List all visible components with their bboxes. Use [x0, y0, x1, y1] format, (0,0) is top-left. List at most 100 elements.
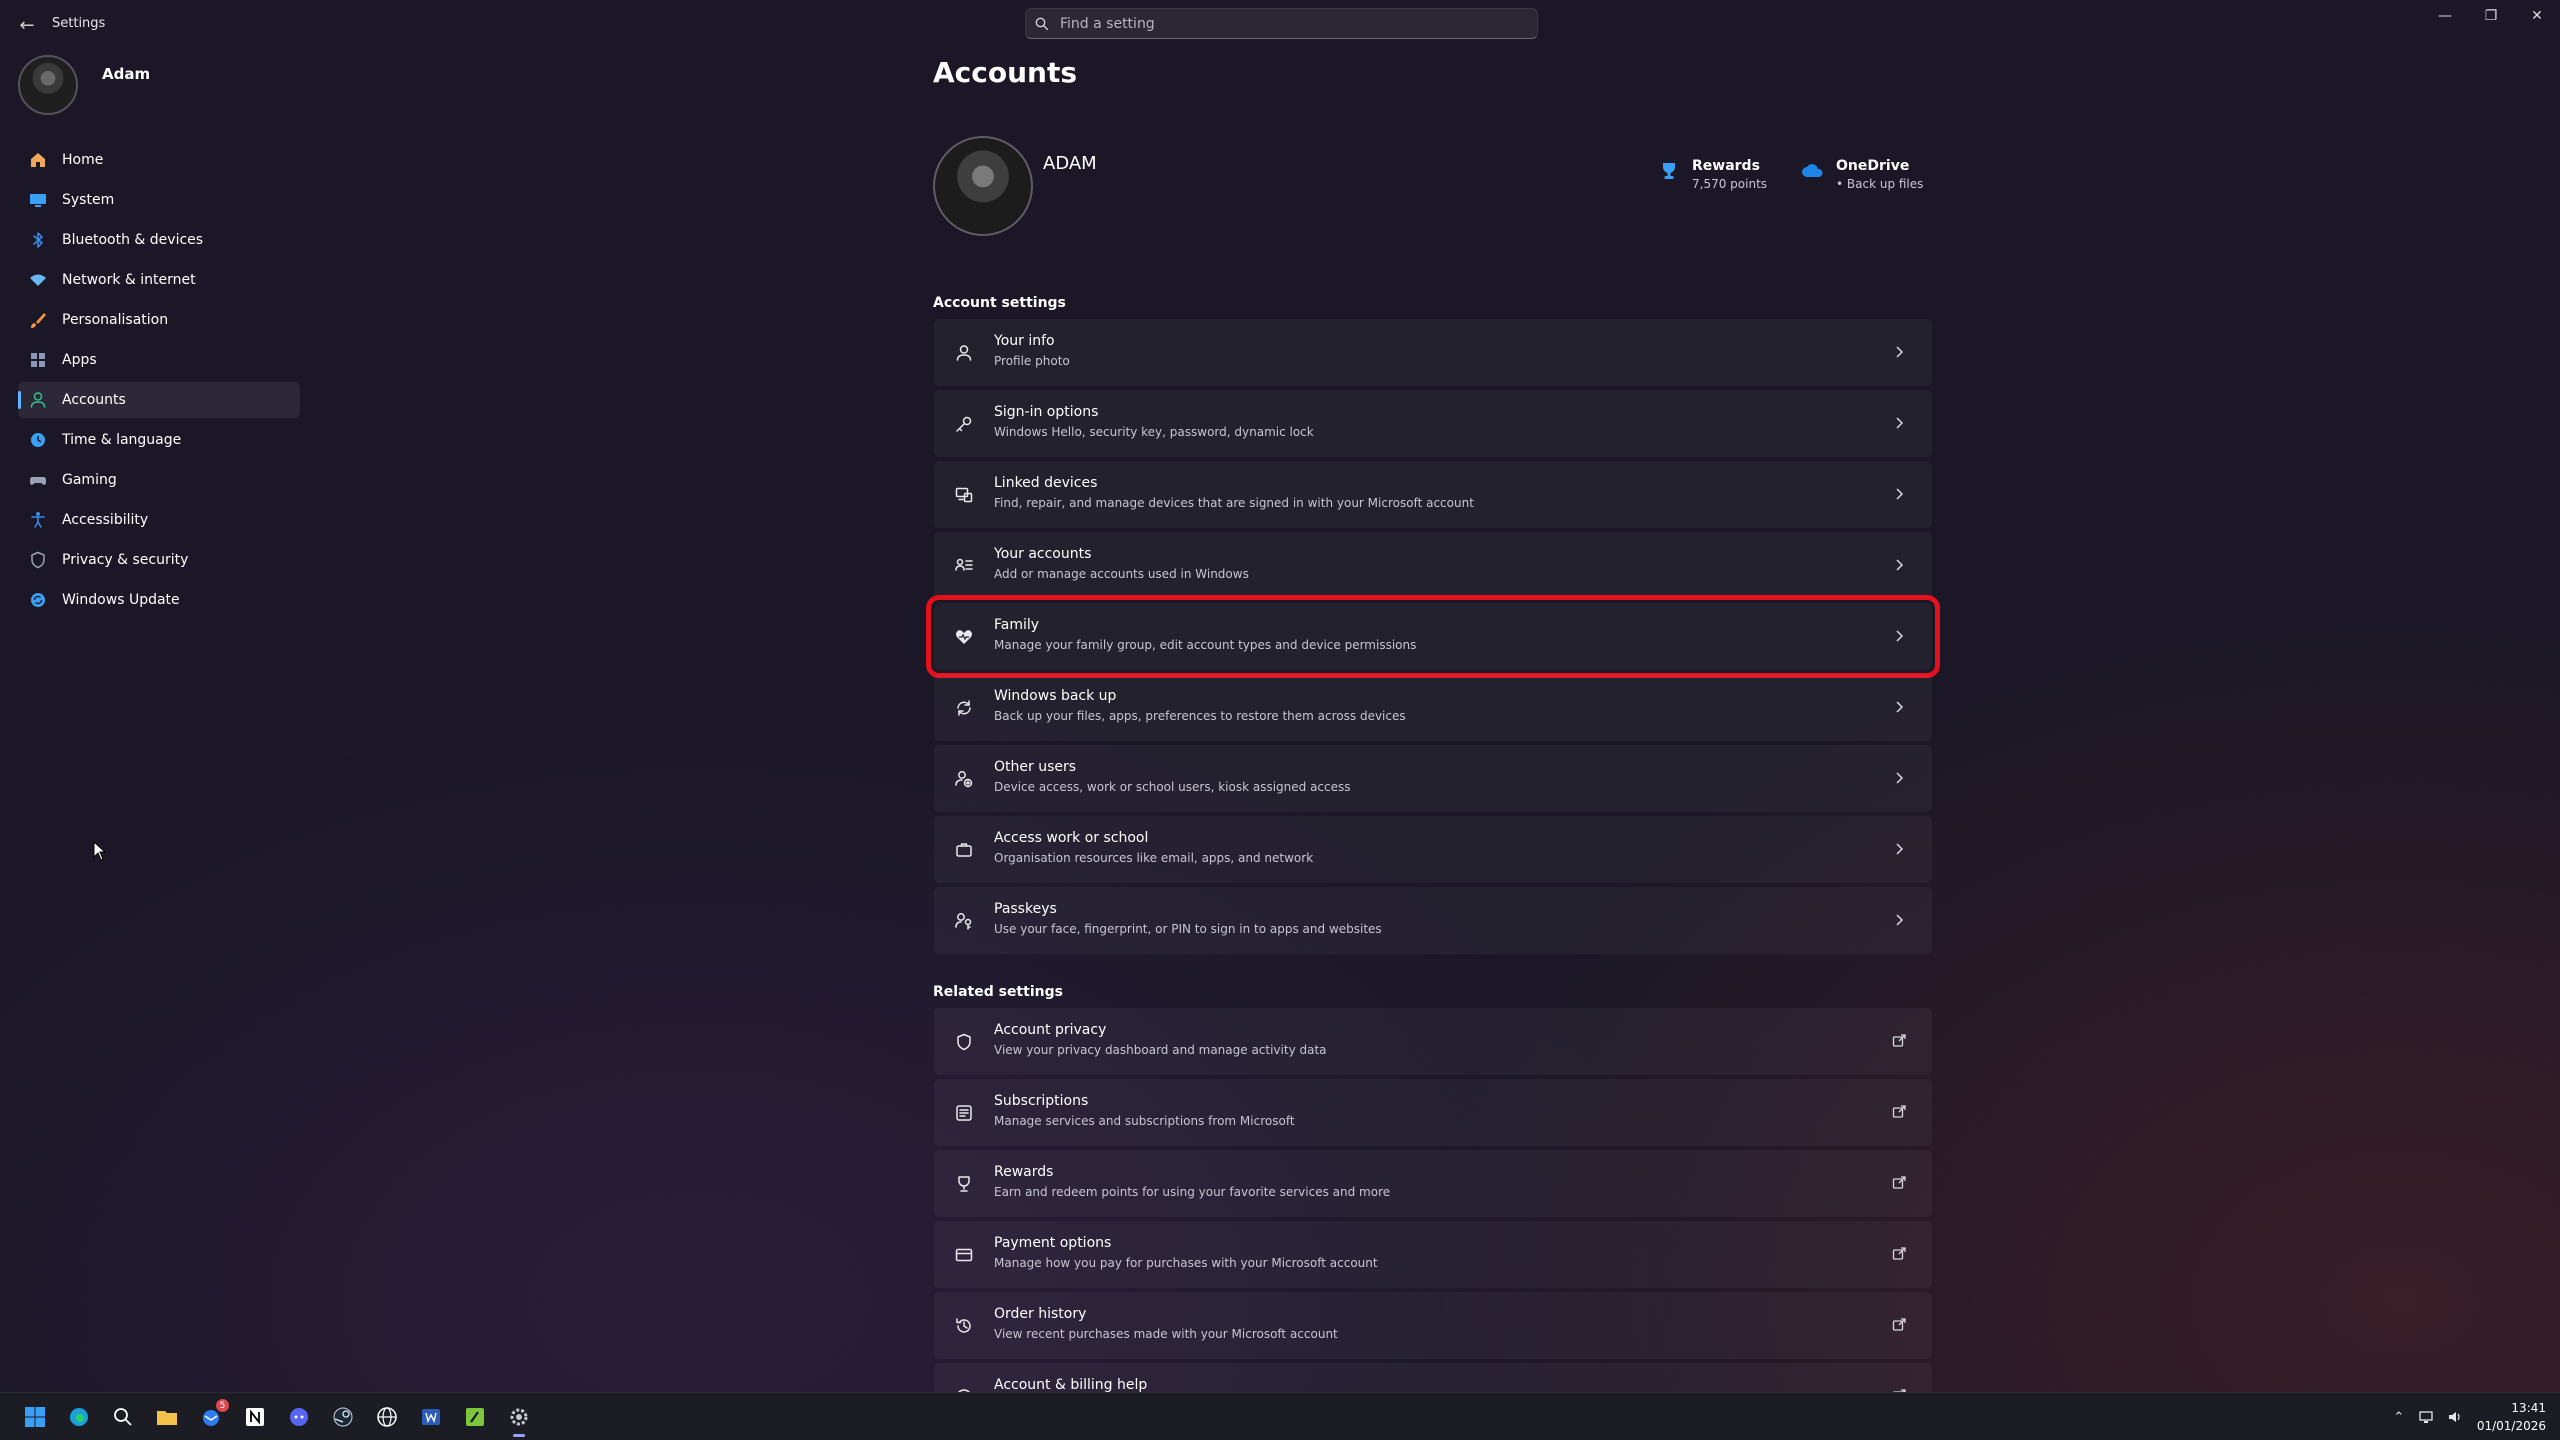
sidebar-item-accessibility[interactable]: Accessibility [18, 502, 300, 538]
onedrive-badge[interactable]: OneDrive • Back up files [1800, 158, 1923, 191]
onedrive-cloud-icon [1800, 158, 1826, 184]
family-heart-icon [952, 625, 976, 649]
setting-row-payment-options[interactable]: Payment options Manage how you pay for pu… [934, 1221, 1932, 1288]
restore-icon: ❐ [2484, 8, 2498, 24]
sidebar-item-personalisation[interactable]: Personalisation [18, 302, 300, 338]
setting-row-sign-in-options[interactable]: Sign-in options Windows Hello, security k… [934, 390, 1932, 457]
setting-row-account-billing-help[interactable]: Account & billing help [934, 1363, 1932, 1392]
window-controls: — ❐ ✕ [2422, 0, 2560, 32]
clock-time: 13:41 [2511, 1401, 2546, 1415]
chevron-right-icon [1890, 343, 1908, 361]
globe-clock-icon [28, 430, 48, 450]
sidebar-item-label: Bluetooth & devices [62, 232, 204, 248]
title-bar: ← Settings — ❐ ✕ [0, 0, 2560, 48]
sidebar-item-label: Gaming [62, 472, 117, 488]
related-settings-list: Account privacy View your privacy dashboa… [934, 1008, 1932, 1392]
search-box[interactable] [1025, 8, 1538, 39]
setting-description: Organisation resources like email, apps,… [994, 851, 1314, 865]
chevron-right-icon [1890, 698, 1908, 716]
sidebar-nav: Home System Bluetooth & devices Network & i… [18, 142, 300, 622]
accounts-list-icon [952, 554, 976, 578]
word-icon[interactable] [415, 1401, 447, 1433]
account-settings-list: Your info Profile photo Sign-in options Win… [926, 319, 1940, 958]
tray-chevron-up-icon[interactable]: ⌃ [2385, 1403, 2413, 1431]
update-icon [28, 590, 48, 610]
setting-description: Add or manage accounts used in Windows [994, 567, 1249, 581]
close-button[interactable]: ✕ [2514, 0, 2560, 32]
onedrive-status: • Back up files [1836, 177, 1924, 191]
globe-app-icon[interactable] [371, 1401, 403, 1433]
setting-title: Account privacy [994, 1022, 1107, 1038]
setting-row-passkeys[interactable]: Passkeys Use your face, fingerprint, or P… [934, 887, 1932, 954]
steam-icon[interactable] [327, 1401, 359, 1433]
setting-row-your-accounts[interactable]: Your accounts Add or manage accounts used… [934, 532, 1932, 599]
clock[interactable]: 13:41 01/01/2026 [2477, 1399, 2546, 1435]
chevron-right-icon [1890, 769, 1908, 787]
passkey-icon [952, 909, 976, 933]
setting-title: Sign-in options [994, 404, 1099, 420]
rewards-badge[interactable]: Rewards 7,570 points [1656, 158, 1767, 191]
sidebar-item-label: Time & language [62, 432, 182, 448]
notion-icon[interactable] [239, 1401, 271, 1433]
setting-row-subscriptions[interactable]: Subscriptions Manage services and subscri… [934, 1079, 1932, 1146]
discord-icon[interactable] [283, 1401, 315, 1433]
clock-date: 01/01/2026 [2476, 1419, 2546, 1433]
sidebar-item-apps[interactable]: Apps [18, 342, 300, 378]
thunderbird-icon[interactable]: 5 [195, 1399, 229, 1433]
sidebar-item-windows-update[interactable]: Windows Update [18, 582, 300, 618]
setting-title: Order history [994, 1306, 1087, 1322]
avatar [18, 55, 78, 115]
search-input[interactable] [1058, 14, 1537, 33]
setting-title: Access work or school [994, 830, 1149, 846]
trophy-icon [952, 1172, 976, 1196]
back-button[interactable]: ← [12, 10, 42, 40]
back-arrow-icon: ← [19, 14, 35, 36]
setting-row-account-privacy[interactable]: Account privacy View your privacy dashboa… [934, 1008, 1932, 1075]
chevron-right-icon [1890, 911, 1908, 929]
setting-row-access-work-or-school[interactable]: Access work or school Organisation resour… [934, 816, 1932, 883]
rewards-points: 7,570 points [1692, 177, 1768, 191]
setting-row-your-info[interactable]: Your info Profile photo [934, 319, 1932, 386]
sidebar-item-system[interactable]: System [18, 182, 300, 218]
setting-row-rewards[interactable]: Rewards Earn and redeem points for using … [934, 1150, 1932, 1217]
start-icon[interactable] [19, 1401, 51, 1433]
sidebar-profile[interactable]: Adam [18, 55, 150, 115]
sidebar-item-privacy-security[interactable]: Privacy & security [18, 542, 300, 578]
sidebar-item-time-language[interactable]: Time & language [18, 422, 300, 458]
minimize-button[interactable]: — [2422, 0, 2468, 32]
setting-row-windows-back-up[interactable]: Windows back up Back up your files, apps,… [934, 674, 1932, 741]
rewards-trophy-icon [1656, 158, 1682, 184]
chevron-right-icon [1890, 556, 1908, 574]
minimize-icon: — [2438, 8, 2452, 24]
search-icon[interactable] [107, 1401, 139, 1433]
person-icon [952, 341, 976, 365]
setting-description: Device access, work or school users, kio… [994, 780, 1351, 794]
sidebar-item-network-internet[interactable]: Network & internet [18, 262, 300, 298]
page-title: Accounts [933, 56, 1078, 89]
sidebar-item-bluetooth-devices[interactable]: Bluetooth & devices [18, 222, 300, 258]
sidebar-item-label: Accessibility [62, 512, 149, 528]
sidebar-item-gaming[interactable]: Gaming [18, 462, 300, 498]
setting-row-other-users[interactable]: Other users Device access, work or school… [934, 745, 1932, 812]
restore-button[interactable]: ❐ [2468, 0, 2514, 32]
volume-icon[interactable] [2441, 1403, 2469, 1431]
setting-row-order-history[interactable]: Order history View recent purchases made … [934, 1292, 1932, 1359]
monitor-icon [28, 190, 48, 210]
sidebar-item-accounts[interactable]: Accounts [18, 382, 300, 418]
rewards-title: Rewards [1692, 158, 1760, 174]
app-green-icon[interactable] [459, 1401, 491, 1433]
setting-row-family[interactable]: Family Manage your family group, edit acc… [926, 595, 1940, 678]
settings-gear-icon[interactable] [503, 1401, 535, 1437]
setting-row-linked-devices[interactable]: Linked devices Find, repair, and manage d… [934, 461, 1932, 528]
shield-icon [28, 550, 48, 570]
backup-icon [952, 696, 976, 720]
file-explorer-icon[interactable] [151, 1401, 183, 1433]
sidebar-item-home[interactable]: Home [18, 142, 300, 178]
edge-icon[interactable] [63, 1401, 95, 1433]
sidebar-item-label: Personalisation [62, 312, 169, 328]
external-link-icon [1890, 1174, 1908, 1192]
subscriptions-icon [952, 1101, 976, 1125]
add-user-icon [952, 767, 976, 791]
network-icon[interactable] [2413, 1403, 2441, 1431]
sidebar-item-label: Network & internet [62, 272, 196, 288]
